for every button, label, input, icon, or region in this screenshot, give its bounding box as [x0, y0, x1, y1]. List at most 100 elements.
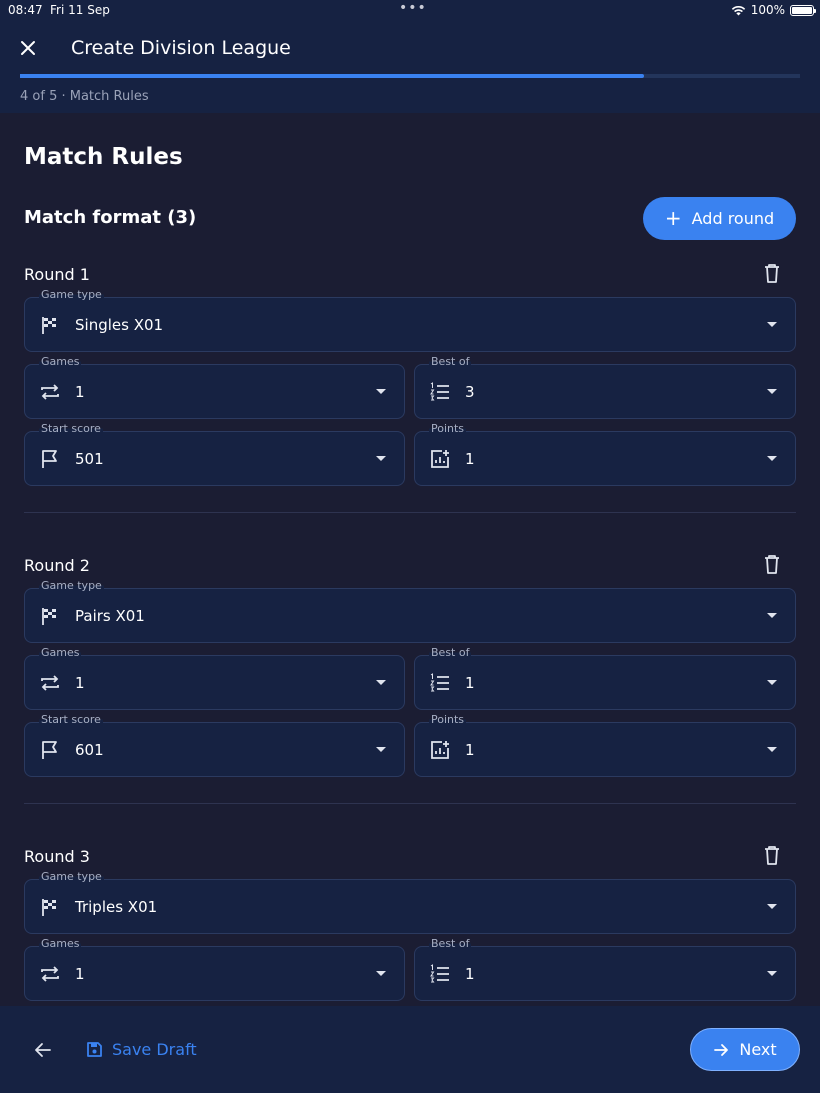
games-select[interactable]: Games 1 — [24, 646, 405, 710]
chart-plus-icon — [431, 450, 449, 468]
field-value: 3 — [465, 383, 475, 401]
delete-round-button[interactable] — [762, 262, 782, 284]
checkered-flag-icon — [42, 899, 56, 916]
status-date: Fri 11 Sep — [50, 3, 110, 17]
field-value: Triples X01 — [75, 898, 158, 916]
round-title: Round 1 — [24, 265, 90, 284]
numbered-list-icon — [430, 964, 449, 983]
checkered-flag-icon — [42, 608, 56, 625]
add-round-button[interactable]: + Add round — [643, 197, 796, 240]
field-label: Start score — [39, 422, 103, 435]
chevron-down-icon — [376, 971, 386, 976]
next-label: Next — [739, 1040, 777, 1059]
best-of-select[interactable]: Best of 1 — [414, 646, 796, 710]
field-value: 1 — [465, 741, 475, 759]
best-of-select[interactable]: Best of 3 — [414, 355, 796, 419]
field-label: Game type — [39, 288, 104, 301]
round-title: Round 2 — [24, 556, 90, 575]
divider — [24, 803, 796, 804]
field-value: 1 — [465, 450, 475, 468]
chevron-down-icon — [767, 904, 777, 909]
best-of-select[interactable]: Best of 1 — [414, 937, 796, 1001]
match-rules-content[interactable]: Match Rules Match format (3) + Add round… — [0, 113, 820, 1006]
page-title: Create Division League — [71, 37, 291, 59]
status-indicators: 100% — [731, 3, 816, 17]
field-label: Points — [429, 713, 467, 726]
field-label: Games — [39, 937, 82, 950]
points-select[interactable]: Points 1 — [414, 713, 796, 777]
multitasking-dots[interactable]: ••• — [399, 0, 427, 16]
round-title: Round 3 — [24, 847, 90, 866]
points-select[interactable]: Points 1 — [414, 422, 796, 486]
game-type-select[interactable]: Game type Pairs X01 — [24, 579, 796, 643]
trash-icon — [765, 846, 779, 865]
trash-icon — [765, 264, 779, 283]
plus-icon: + — [664, 205, 682, 230]
section-title: Match Rules — [24, 144, 183, 170]
numbered-list-icon — [430, 382, 449, 401]
match-format-title: Match format (3) — [24, 207, 197, 228]
bottom-action-bar: Save Draft Next — [0, 1006, 820, 1093]
field-label: Best of — [429, 937, 472, 950]
repeat-icon — [41, 675, 59, 691]
arrow-left-icon — [35, 1043, 51, 1057]
field-value: 1 — [465, 674, 475, 692]
field-value: 601 — [75, 741, 104, 759]
field-value: 1 — [75, 965, 85, 983]
field-label: Games — [39, 646, 82, 659]
field-label: Best of — [429, 355, 472, 368]
wifi-icon — [731, 5, 745, 15]
next-button[interactable]: Next — [690, 1028, 800, 1071]
progress-bar — [20, 74, 800, 78]
flag-icon — [42, 741, 57, 759]
game-type-select[interactable]: Game type Singles X01 — [24, 288, 796, 352]
numbered-list-icon — [430, 673, 449, 692]
status-bar: 08:47 Fri 11 Sep ••• 100% — [0, 0, 820, 20]
start-score-select[interactable]: Start score 601 — [24, 713, 405, 777]
battery-percent: 100% — [750, 3, 785, 17]
chevron-down-icon — [767, 747, 777, 752]
save-draft-button[interactable]: Save Draft — [86, 1040, 197, 1059]
field-value: Pairs X01 — [75, 607, 145, 625]
field-value: 1 — [465, 965, 475, 983]
add-round-label: Add round — [691, 209, 775, 228]
repeat-icon — [41, 384, 59, 400]
games-select[interactable]: Games 1 — [24, 355, 405, 419]
chevron-down-icon — [767, 322, 777, 327]
step-label: 4 of 5 · Match Rules — [20, 89, 149, 104]
field-value: 501 — [75, 450, 104, 468]
chevron-down-icon — [767, 613, 777, 618]
chevron-down-icon — [376, 747, 386, 752]
chevron-down-icon — [376, 680, 386, 685]
field-label: Points — [429, 422, 467, 435]
battery-icon — [790, 4, 816, 16]
field-label: Games — [39, 355, 82, 368]
games-select[interactable]: Games 1 — [24, 937, 405, 1001]
flag-icon — [42, 450, 57, 468]
app-header: 08:47 Fri 11 Sep ••• 100% Create Divisio… — [0, 0, 820, 113]
save-draft-label: Save Draft — [112, 1040, 197, 1059]
chevron-down-icon — [767, 680, 777, 685]
game-type-select[interactable]: Game type Triples X01 — [24, 870, 796, 934]
arrow-right-icon — [714, 1043, 729, 1056]
field-value: Singles X01 — [75, 316, 164, 334]
trash-icon — [765, 555, 779, 574]
field-label: Game type — [39, 870, 104, 883]
field-value: 1 — [75, 383, 85, 401]
progress-bar-fill — [20, 74, 644, 78]
chart-plus-icon — [431, 741, 449, 759]
delete-round-button[interactable] — [762, 844, 782, 866]
divider — [24, 512, 796, 513]
start-score-select[interactable]: Start score 501 — [24, 422, 405, 486]
field-label: Best of — [429, 646, 472, 659]
back-button[interactable] — [32, 1039, 54, 1061]
field-label: Start score — [39, 713, 103, 726]
close-icon — [21, 41, 35, 55]
repeat-icon — [41, 966, 59, 982]
chevron-down-icon — [376, 389, 386, 394]
save-icon — [87, 1042, 102, 1057]
close-button[interactable] — [16, 36, 40, 60]
chevron-down-icon — [767, 971, 777, 976]
chevron-down-icon — [767, 389, 777, 394]
delete-round-button[interactable] — [762, 553, 782, 575]
